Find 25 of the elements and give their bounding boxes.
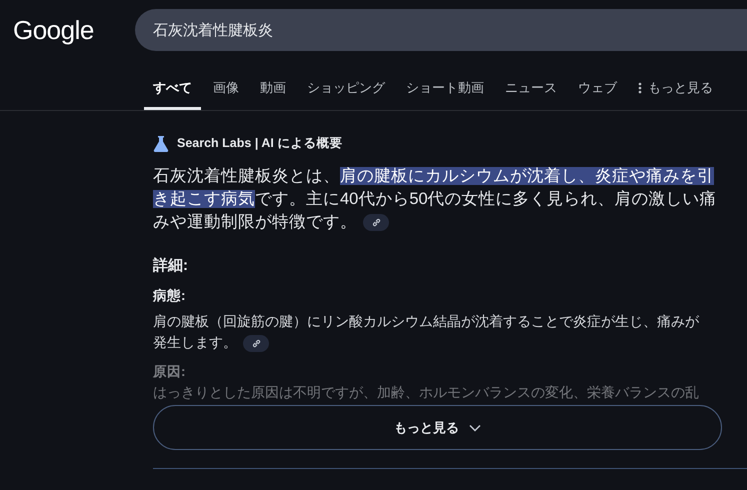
section-title: 原因: [153, 363, 186, 381]
overview-source: Search Labs | AI による概要 [177, 135, 342, 152]
show-more-button[interactable]: もっと見る [153, 405, 722, 450]
link-icon [372, 218, 380, 228]
more-icon [638, 82, 642, 94]
tab[interactable]: ニュース [496, 73, 566, 110]
tab[interactable]: 画像 [204, 73, 248, 110]
tab[interactable]: ウェブ [569, 73, 626, 110]
flask-icon [153, 135, 169, 152]
tab[interactable]: 動画 [251, 73, 295, 110]
chevron-down-icon [469, 424, 481, 432]
tab[interactable]: ショート動画 [397, 73, 493, 110]
google-logo[interactable]: Google [13, 14, 135, 46]
overview-summary: 石灰沈着性腱板炎とは、肩の腱板にカルシウムが沈着し、炎症や痛みを引き起こす病気です。主に40代から50代の女性に多く見られ、肩の激しい痛みや運動制限が特徴です。 [153, 166, 718, 234]
tab[interactable]: すべて [144, 73, 201, 110]
tab[interactable]: ショッピング [298, 73, 394, 110]
search-field[interactable]: 石灰沈着性腱板炎 [135, 9, 747, 51]
section-text: 肩の腱板（回旋筋の腱）にリン酸カルシウム結晶が沈着することで炎症が生じ、痛みが発生します。 [153, 312, 700, 353]
link-icon [252, 338, 260, 348]
citation-link-button[interactable] [363, 214, 389, 232]
details-heading: 詳細: [153, 256, 189, 275]
tab[interactable]: もっと見る [629, 73, 722, 110]
citation-link-button[interactable] [243, 334, 269, 352]
section-text: はっきりとした原因は不明ですが、加齢、ホルモンバランスの変化、栄養バランスの乱 [153, 383, 700, 402]
section-title: 病態: [153, 287, 186, 305]
